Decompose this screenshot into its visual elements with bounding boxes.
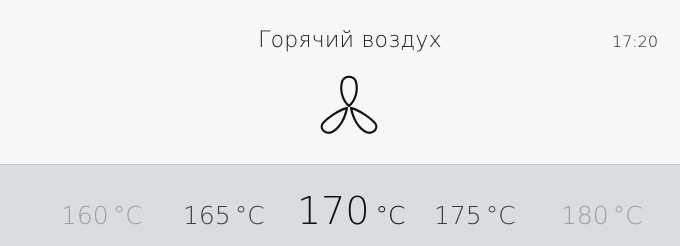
temp-option-165[interactable]: 165 °C xyxy=(183,203,265,228)
mode-panel: Горячий воздух 17:20 xyxy=(0,0,680,164)
temp-unit: °C xyxy=(234,201,265,230)
temp-unit: °C xyxy=(612,201,643,230)
temp-value: 165 xyxy=(183,201,231,230)
temp-value: 175 xyxy=(434,201,482,230)
temp-option-160[interactable]: 160 °C xyxy=(61,203,143,228)
oven-mode-screen: Горячий воздух 17:20 160 °C 165 °C 170 °C 1… xyxy=(0,0,680,246)
temp-unit: °C xyxy=(112,201,143,230)
temp-option-selected[interactable]: 170 °C xyxy=(297,192,406,230)
temp-value: 160 xyxy=(61,201,109,230)
mode-title: Горячий воздух xyxy=(258,28,442,53)
temp-value: 170 xyxy=(297,189,370,233)
temp-unit: °C xyxy=(485,201,516,230)
fan-icon xyxy=(320,75,378,134)
temp-option-175[interactable]: 175 °C xyxy=(434,203,516,228)
temperature-selector[interactable]: 160 °C 165 °C 170 °C 175 °C 180 °C xyxy=(0,165,680,246)
temp-value: 180 xyxy=(561,201,609,230)
clock: 17:20 xyxy=(611,32,658,51)
temp-unit: °C xyxy=(375,201,406,230)
temp-option-180[interactable]: 180 °C xyxy=(561,203,643,228)
